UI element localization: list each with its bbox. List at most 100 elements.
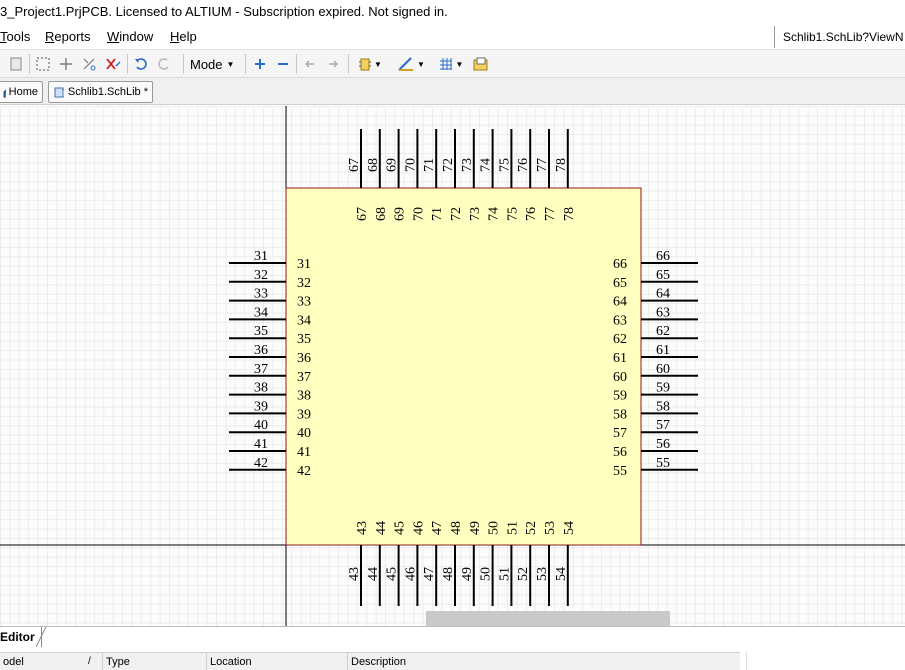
pin-name-bottom-45: 45 [393, 521, 408, 535]
pin-designator-left-42: 42 [254, 456, 268, 471]
document-path-box[interactable]: Schlib1.SchLib?ViewN [774, 26, 905, 48]
pin-designator-top-75: 75 [497, 158, 512, 172]
pin-designator-left-36: 36 [254, 343, 268, 358]
folder-icon[interactable] [472, 55, 490, 73]
pin-designator-left-32: 32 [254, 268, 268, 283]
pin-designator-bottom-50: 50 [479, 567, 494, 581]
menu-reports[interactable]: Reports [45, 28, 91, 46]
menu-window[interactable]: Window [107, 28, 153, 46]
cut-wire-icon[interactable] [81, 55, 97, 73]
column-model[interactable]: odel / [0, 653, 105, 670]
mode-label: Mode [190, 56, 223, 72]
pin-designator-bottom-54: 54 [554, 567, 569, 581]
chevron-down-icon: ▼ [417, 59, 425, 69]
pin-designator-bottom-52: 52 [516, 567, 531, 581]
toolbar-separator [29, 54, 30, 74]
pin-name-left-36: 36 [297, 351, 311, 366]
pin-name-right-66: 66 [613, 257, 627, 272]
document-tab-bar: Home Schlib1.SchLib * [0, 78, 905, 105]
tab-home-label: Home [8, 86, 38, 98]
pin-name-left-39: 39 [297, 407, 311, 422]
pin-designator-top-70: 70 [403, 158, 418, 172]
tab-schlib[interactable]: Schlib1.SchLib * [48, 81, 153, 103]
tab-slant [36, 627, 47, 647]
component-icon[interactable]: ▼ [356, 55, 384, 73]
pin-designator-top-72: 72 [441, 158, 456, 172]
pin-name-bottom-47: 47 [430, 521, 445, 535]
nav-forward-icon[interactable] [325, 55, 341, 73]
pin-designator-left-41: 41 [254, 437, 268, 452]
pin-designator-top-73: 73 [460, 158, 475, 172]
pin-name-left-31: 31 [297, 257, 311, 272]
menu-tools[interactable]: Tools [0, 28, 30, 46]
toolbar-separator [348, 54, 349, 74]
wire-tool-icon[interactable]: ▼ [394, 55, 428, 73]
pin-name-top-70: 70 [411, 207, 426, 221]
component-body [285, 187, 642, 546]
pin-name-right-65: 65 [613, 276, 627, 291]
pin-designator-right-60: 60 [656, 362, 670, 377]
move-icon[interactable] [58, 55, 74, 73]
pin-designator-top-74: 74 [479, 158, 494, 172]
panel-tab-strip: Editor [0, 626, 905, 648]
pin-designator-top-69: 69 [385, 158, 400, 172]
nav-back-icon[interactable] [302, 55, 318, 73]
select-rect-icon[interactable] [35, 55, 51, 73]
component-drawing[interactable]: 6767686869697070717172727373747475757676… [0, 106, 905, 626]
pin-name-bottom-49: 49 [468, 521, 483, 535]
pin-name-top-69: 69 [393, 207, 408, 221]
column-description[interactable]: Description [347, 653, 740, 670]
menu-bar: Tools Reports Window Help Schlib1.SchLib… [0, 24, 905, 50]
grid-icon[interactable]: ▼ [436, 55, 466, 73]
pin-name-left-42: 42 [297, 464, 311, 479]
redo-icon[interactable] [156, 55, 172, 73]
pin-designator-left-33: 33 [254, 287, 268, 302]
toolbar-separator [183, 54, 184, 74]
schematic-canvas[interactable]: 67 67 68 68 69 69 70 70 71 71 72 72 73 73 74 74 75 75 76 76… [0, 106, 905, 626]
pin-name-left-35: 35 [297, 332, 311, 347]
menu-help[interactable]: Help [170, 28, 197, 46]
column-type[interactable]: Type [102, 653, 206, 670]
pin-name-right-56: 56 [613, 445, 627, 460]
column-location[interactable]: Location [206, 653, 347, 670]
pin-designator-bottom-48: 48 [441, 567, 456, 581]
pin-name-bottom-50: 50 [487, 521, 502, 535]
pin-name-left-38: 38 [297, 389, 311, 404]
pin-designator-bottom-46: 46 [403, 567, 418, 581]
pin-designator-top-76: 76 [516, 158, 531, 172]
pin-name-bottom-53: 53 [543, 521, 558, 535]
zoom-out-icon[interactable] [275, 55, 291, 73]
undo-icon[interactable] [133, 55, 149, 73]
pin-name-left-34: 34 [297, 313, 311, 328]
pin-name-right-58: 58 [613, 407, 627, 422]
pin-name-bottom-51: 51 [505, 521, 520, 535]
pin-name-top-72: 72 [449, 207, 464, 221]
pin-name-top-71: 71 [430, 207, 445, 221]
side-panel-stub [746, 652, 905, 670]
pin-designator-top-71: 71 [422, 158, 437, 172]
pin-designator-right-63: 63 [656, 305, 670, 320]
tab-schlib-label: Schlib1.SchLib * [67, 86, 148, 98]
tab-home[interactable]: Home [0, 81, 43, 103]
pin-name-right-62: 62 [613, 332, 627, 347]
chevron-down-icon: ▼ [374, 59, 382, 69]
clear-icon[interactable] [104, 55, 122, 73]
zoom-in-icon[interactable] [252, 55, 268, 73]
pin-name-right-60: 60 [613, 370, 627, 385]
pin-designator-right-59: 59 [656, 381, 670, 396]
pin-designator-right-56: 56 [656, 437, 670, 452]
pin-name-left-32: 32 [297, 276, 311, 291]
mode-dropdown[interactable]: Mode ▼ [190, 55, 240, 73]
pin-name-bottom-54: 54 [562, 521, 577, 535]
paste-icon[interactable] [8, 55, 24, 73]
pin-name-right-61: 61 [613, 351, 627, 366]
chevron-down-icon: ▼ [226, 59, 235, 69]
horizontal-scrollbar-thumb[interactable] [426, 611, 670, 626]
pin-designator-top-68: 68 [366, 158, 381, 172]
schlib-icon [54, 87, 64, 98]
pin-designator-right-62: 62 [656, 324, 670, 339]
pin-designator-top-78: 78 [554, 158, 569, 172]
pin-name-right-59: 59 [613, 389, 627, 404]
pin-name-left-37: 37 [297, 370, 311, 385]
pin-name-top-73: 73 [468, 207, 483, 221]
